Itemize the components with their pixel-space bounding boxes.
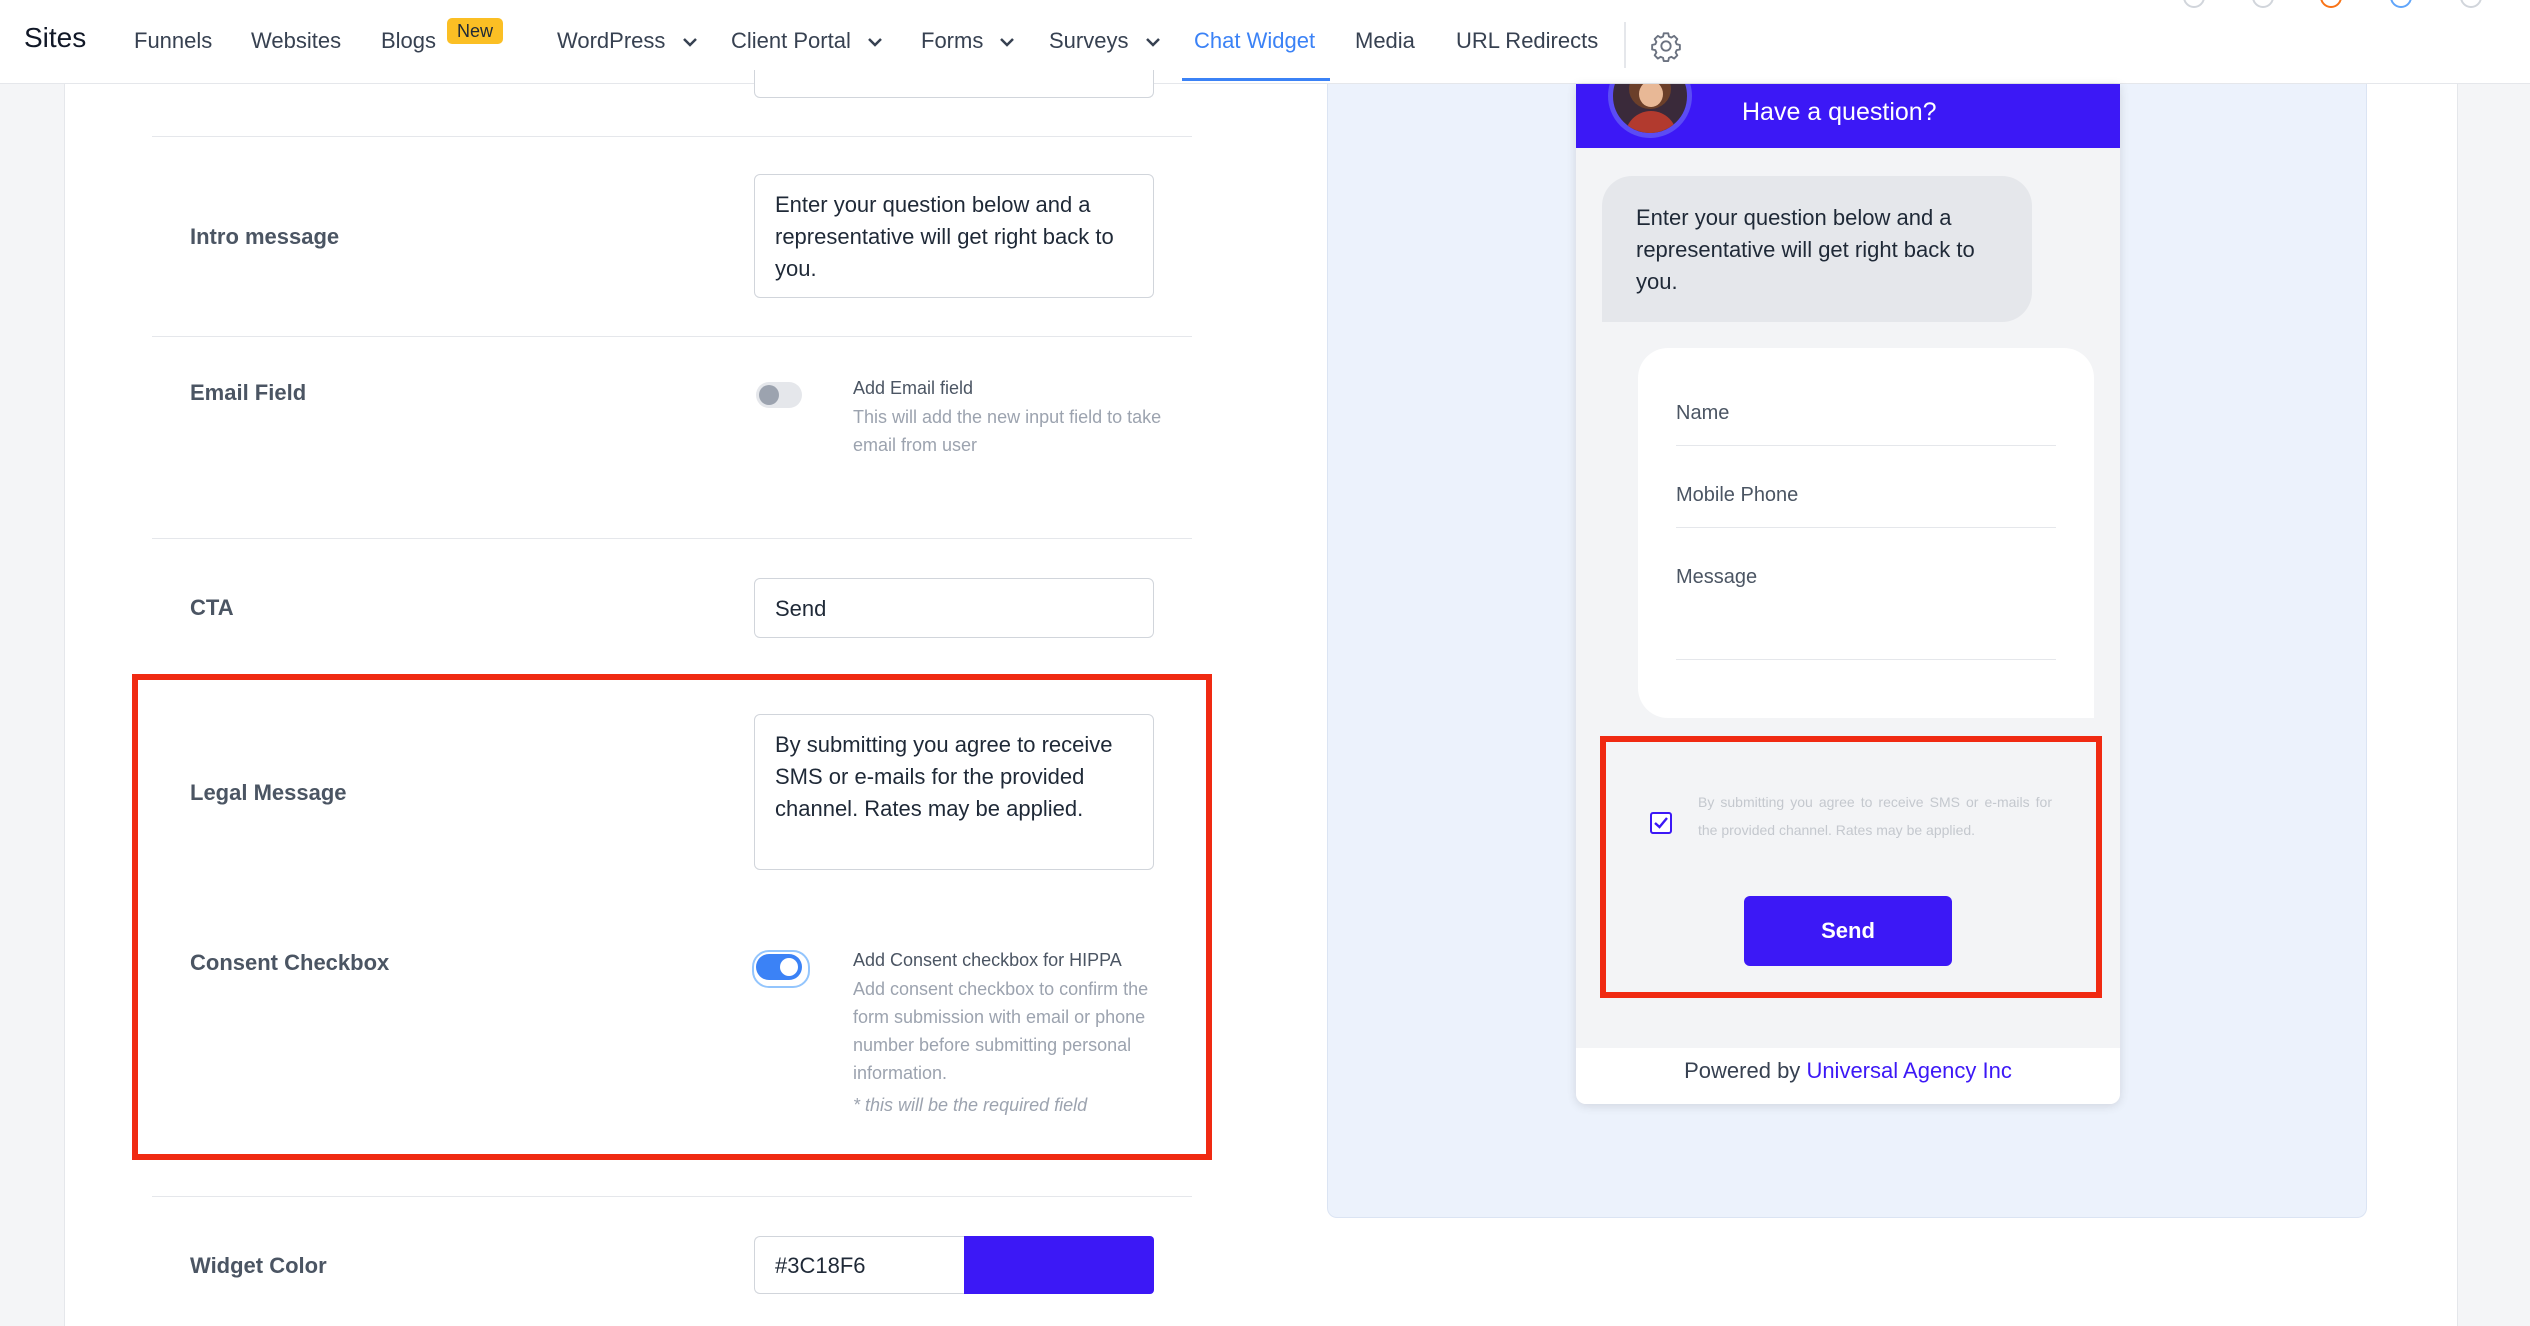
tab-funnels[interactable]: Funnels bbox=[134, 28, 212, 54]
chevron-down-icon bbox=[868, 38, 882, 47]
widget-color-input[interactable]: #3C18F6 bbox=[754, 1236, 966, 1294]
header-icon[interactable] bbox=[2320, 0, 2342, 8]
toggle-knob bbox=[759, 385, 779, 405]
widget-header-title: Have a question? bbox=[1742, 98, 1937, 126]
tab-client-portal[interactable]: Client Portal bbox=[731, 28, 883, 54]
top-nav: Sites Funnels Websites Blogs New WordPre… bbox=[0, 0, 2530, 84]
tab-chat-widget[interactable]: Chat Widget bbox=[1194, 28, 1315, 54]
tab-wordpress-label: WordPress bbox=[557, 28, 666, 53]
tab-client-portal-label: Client Portal bbox=[731, 28, 851, 53]
consent-toggle-description: Add consent checkbox to confirm the form… bbox=[853, 979, 1149, 1083]
tab-forms[interactable]: Forms bbox=[921, 28, 1015, 54]
tab-blogs[interactable]: Blogs bbox=[381, 28, 436, 54]
active-tab-indicator bbox=[1182, 78, 1330, 81]
name-field[interactable]: Name bbox=[1676, 402, 2056, 446]
widget-color-swatch[interactable] bbox=[964, 1236, 1154, 1294]
legal-message-input[interactable]: By submitting you agree to receive SMS o… bbox=[754, 714, 1154, 870]
toggle-knob bbox=[780, 958, 798, 976]
consent-checkbox-label: Consent Checkbox bbox=[190, 950, 390, 975]
widget-form: Name Mobile Phone Message bbox=[1638, 348, 2094, 718]
header-icon[interactable] bbox=[2460, 0, 2482, 8]
tab-media[interactable]: Media bbox=[1355, 28, 1415, 54]
tab-surveys[interactable]: Surveys bbox=[1049, 28, 1161, 54]
row-divider bbox=[152, 136, 1192, 137]
header-icon[interactable] bbox=[2390, 0, 2412, 8]
email-toggle-description: This will add the new input field to tak… bbox=[853, 407, 1162, 455]
widget-color-label: Widget Color bbox=[190, 1253, 327, 1278]
tab-url-redirects[interactable]: URL Redirects bbox=[1456, 28, 1598, 54]
intro-message-label: Intro message bbox=[190, 224, 340, 249]
cta-input[interactable]: Send bbox=[754, 578, 1154, 638]
row-divider bbox=[152, 1196, 1192, 1197]
powered-by-footer: Powered by Universal Agency Inc bbox=[1576, 1048, 2120, 1104]
cta-label: CTA bbox=[190, 595, 234, 620]
tab-forms-label: Forms bbox=[921, 28, 984, 53]
mobile-phone-field[interactable]: Mobile Phone bbox=[1676, 484, 2056, 528]
nav-divider bbox=[1624, 22, 1626, 68]
consent-toggle-note: * this will be the required field bbox=[853, 1095, 1088, 1115]
consent-checkbox-toggle[interactable] bbox=[752, 950, 810, 988]
chevron-down-icon bbox=[1000, 38, 1015, 47]
email-toggle-title: Add Email field bbox=[853, 378, 974, 398]
powered-by-prefix: Powered by bbox=[1684, 1058, 1801, 1083]
chevron-down-icon bbox=[682, 38, 697, 47]
consent-toggle-title: Add Consent checkbox for HIPPA bbox=[853, 950, 1122, 970]
intro-bubble: Enter your question below and a represen… bbox=[1602, 176, 2032, 322]
email-field-label: Email Field bbox=[190, 380, 307, 405]
new-badge: New bbox=[447, 18, 503, 44]
header-icon[interactable] bbox=[2252, 0, 2274, 8]
chevron-down-icon bbox=[1145, 38, 1160, 47]
header-icon[interactable] bbox=[2183, 0, 2205, 8]
tab-wordpress[interactable]: WordPress bbox=[557, 28, 698, 54]
agency-link[interactable]: Universal Agency Inc bbox=[1806, 1058, 2011, 1083]
message-field[interactable]: Message bbox=[1676, 566, 2056, 660]
gear-icon[interactable] bbox=[1650, 30, 1682, 62]
intro-message-input[interactable]: Enter your question below and a represen… bbox=[754, 174, 1154, 298]
app-title: Sites bbox=[24, 22, 87, 53]
email-field-toggle[interactable] bbox=[756, 382, 802, 408]
legal-message-label: Legal Message bbox=[190, 780, 347, 805]
tab-surveys-label: Surveys bbox=[1049, 28, 1129, 53]
previous-field-input[interactable] bbox=[754, 70, 1154, 98]
tab-websites[interactable]: Websites bbox=[251, 28, 341, 54]
highlight-frame bbox=[1600, 736, 2102, 998]
row-divider bbox=[152, 336, 1192, 337]
row-divider bbox=[152, 538, 1192, 539]
